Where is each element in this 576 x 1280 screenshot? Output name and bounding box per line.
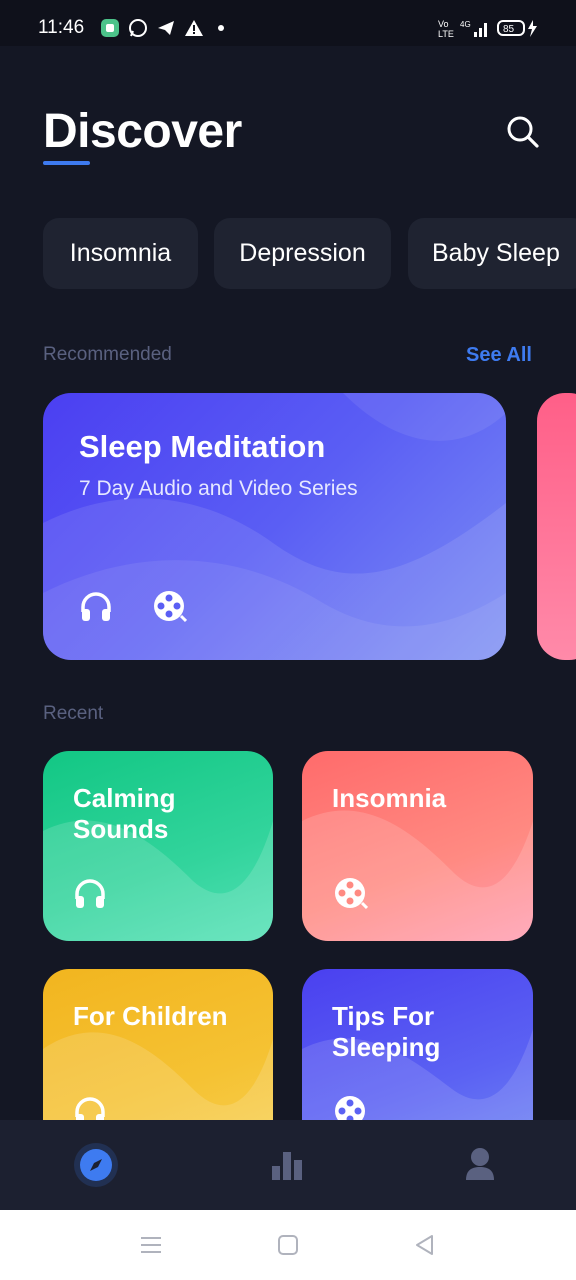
chip-label: Depression: [239, 239, 366, 267]
app-notification-icon: [101, 19, 119, 37]
recent-card-calming-sounds[interactable]: Calming Sounds: [43, 751, 273, 941]
film-reel-icon: [154, 591, 187, 623]
signal-icon: 4G: [460, 20, 487, 37]
profile-icon[interactable]: [455, 1140, 505, 1190]
warning-icon: [185, 20, 203, 36]
chip-insomnia[interactable]: Insomnia: [43, 218, 198, 289]
featured-title: Sleep Meditation: [79, 429, 326, 464]
film-reel-icon: [335, 878, 368, 910]
recommended-label: Recommended: [43, 344, 172, 365]
system-navigation-bar: [0, 1210, 576, 1280]
page-title: Discover: [43, 105, 242, 158]
svg-text:Vo: Vo: [438, 19, 449, 29]
card-title: For Children: [73, 1001, 228, 1031]
bottom-navigation: [0, 1120, 576, 1210]
featured-subtitle: 7 Day Audio and Video Series: [79, 477, 358, 500]
volte-icon: VoLTE: [438, 19, 454, 38]
featured-card-next[interactable]: [537, 393, 576, 660]
featured-card-sleep-meditation[interactable]: Sleep Meditation 7 Day Audio and Video S…: [43, 393, 506, 660]
chip-depression[interactable]: Depression: [214, 218, 391, 289]
card-title: Calming Sounds: [73, 783, 176, 844]
chip-baby-sleep[interactable]: Baby Sleep: [408, 218, 576, 289]
home-icon[interactable]: [277, 1234, 299, 1256]
recent-label: Recent: [43, 703, 104, 724]
back-icon[interactable]: [413, 1233, 435, 1257]
battery-icon: 85: [497, 20, 537, 37]
svg-text:4G: 4G: [460, 20, 471, 29]
card-title: Insomnia: [332, 783, 447, 813]
headphones-icon: [75, 879, 105, 908]
stats-icon[interactable]: [263, 1140, 313, 1190]
status-bar: 11:46 Vo LTE 4G 85: [0, 0, 576, 46]
menu-icon[interactable]: [139, 1234, 163, 1256]
svg-text:LTE: LTE: [438, 29, 454, 38]
title-underline: [43, 161, 90, 165]
chip-label: Insomnia: [69, 239, 172, 267]
whatsapp-icon: [129, 19, 147, 37]
status-time: 11:46: [38, 17, 85, 38]
card-wave-decoration: [302, 810, 533, 941]
chip-label: Baby Sleep: [432, 239, 560, 267]
card-title: Tips For Sleeping: [332, 1001, 441, 1062]
recent-card-insomnia[interactable]: Insomnia: [302, 751, 533, 941]
card-wave-decoration: [43, 820, 273, 941]
dot-icon: [218, 25, 224, 31]
compass-icon[interactable]: [71, 1140, 121, 1190]
search-icon[interactable]: [504, 113, 540, 149]
headphones-icon: [81, 592, 111, 621]
telegram-icon: [158, 21, 174, 35]
see-all-link[interactable]: See All: [466, 344, 532, 367]
svg-text:85: 85: [503, 24, 515, 35]
